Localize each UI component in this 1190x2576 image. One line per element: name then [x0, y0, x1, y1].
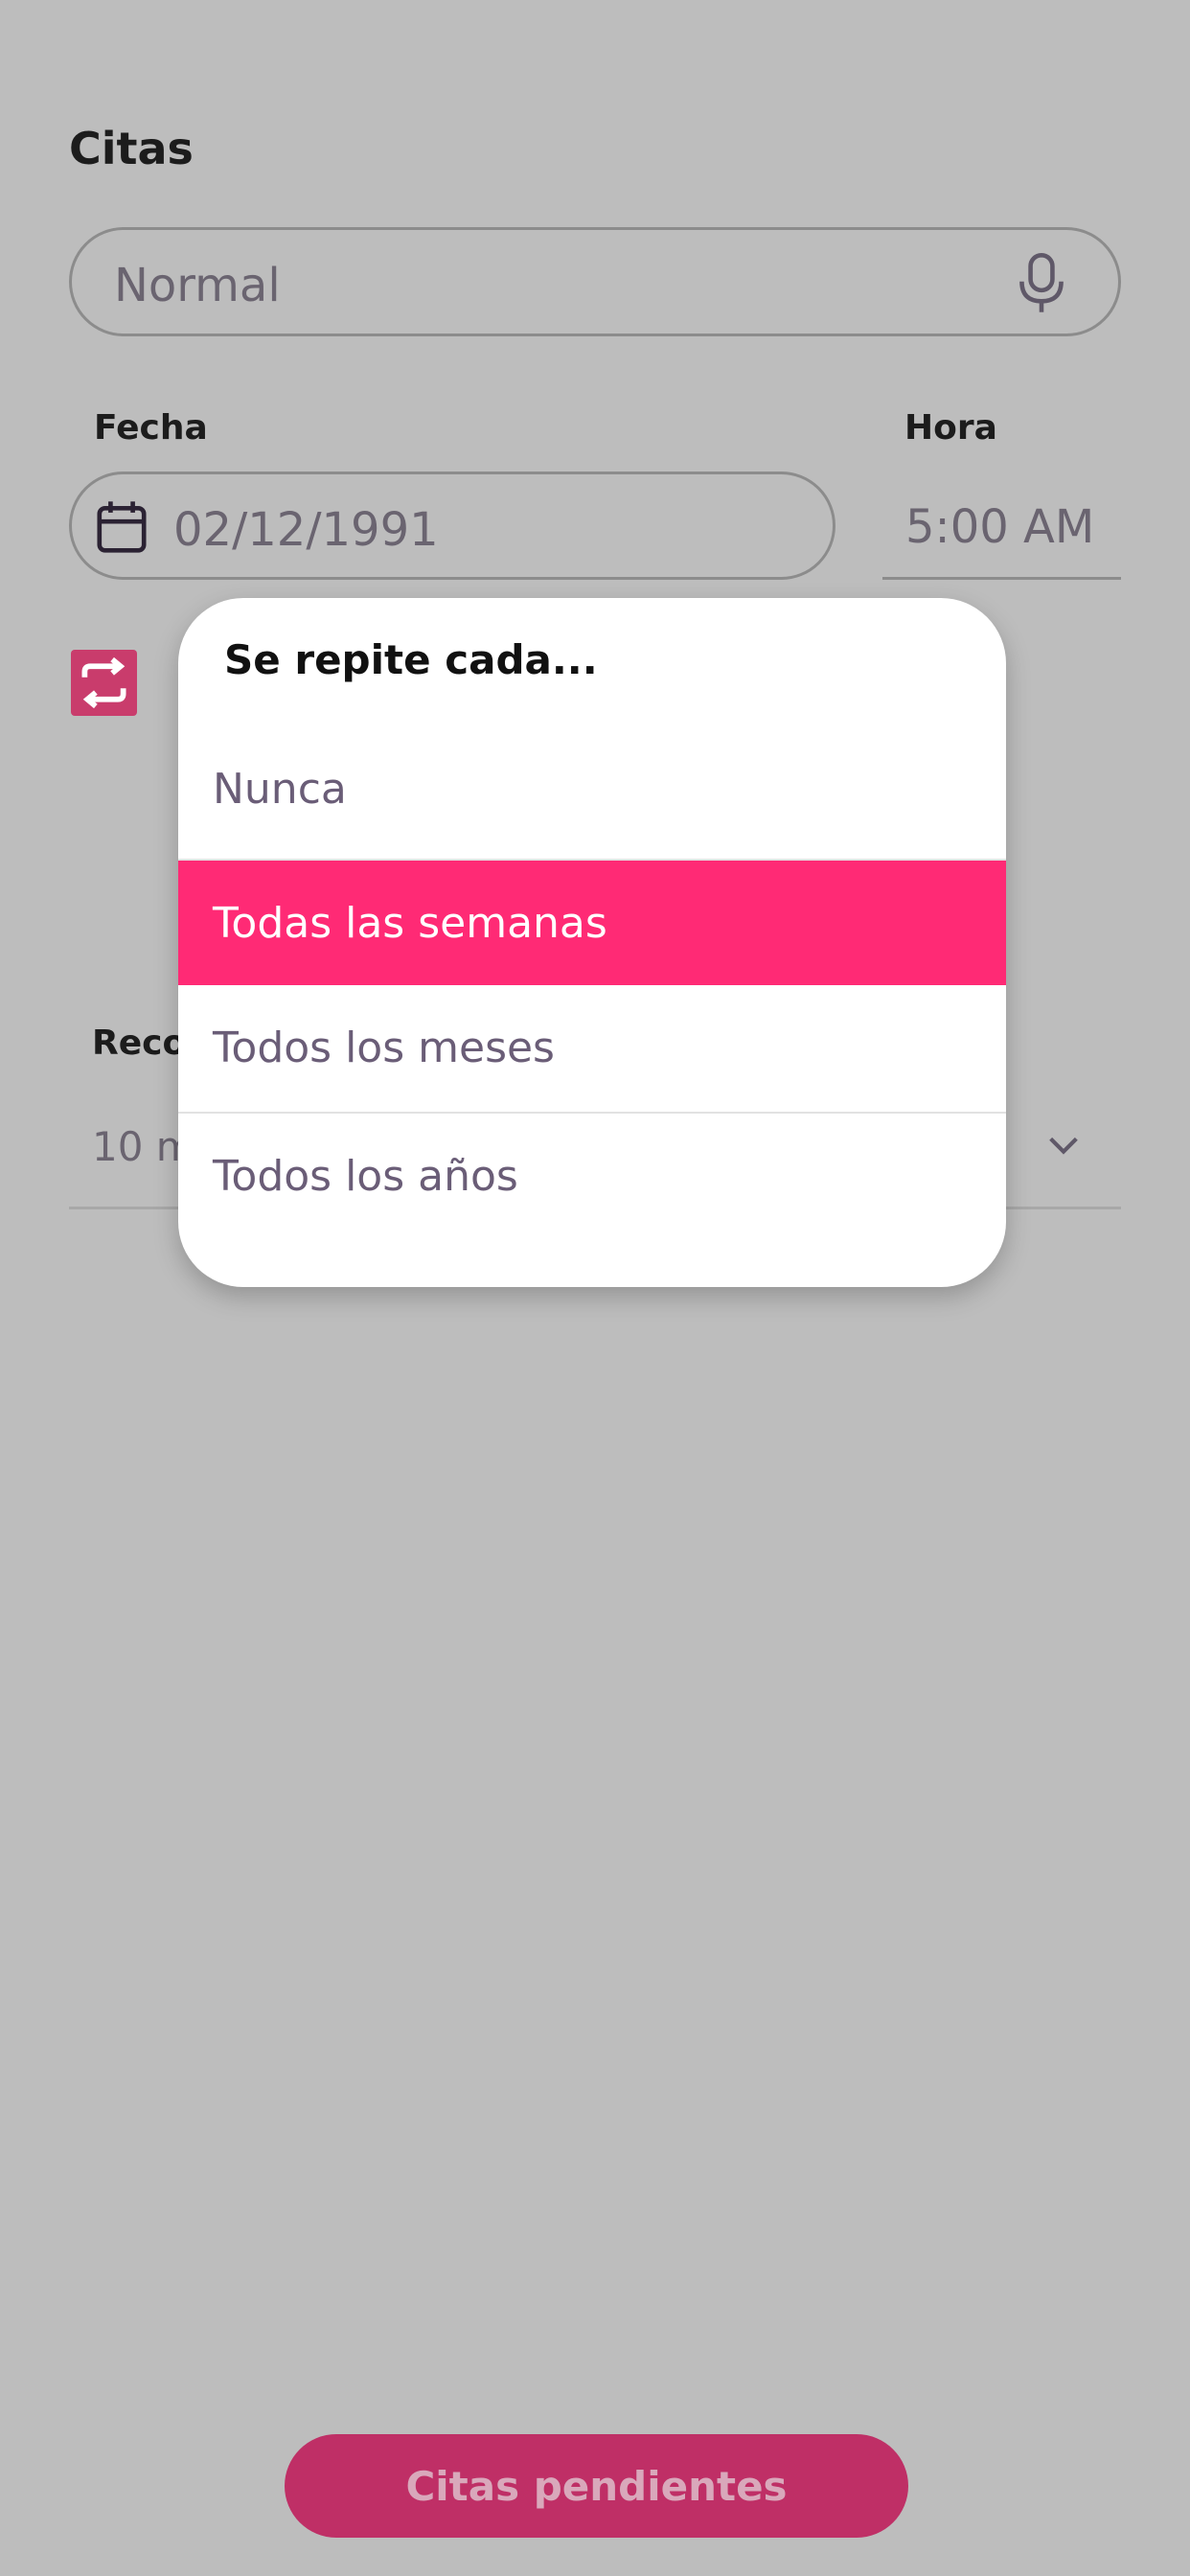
date-label: Fecha	[94, 408, 208, 448]
option-yearly[interactable]: Todos los años	[178, 1114, 1006, 1238]
time-label: Hora	[904, 408, 997, 448]
repeat-icon	[81, 656, 126, 709]
dialog-title: Se repite cada...	[224, 636, 598, 683]
date-value: 02/12/1991	[173, 503, 439, 557]
repeat-dialog: Se repite cada... Nunca Todas las semana…	[178, 598, 1006, 1287]
title-input[interactable]: Normal	[69, 227, 1121, 336]
repeat-button[interactable]	[71, 650, 137, 716]
chevron-down-icon[interactable]	[1044, 1131, 1083, 1160]
reminder-label: Reco	[92, 1024, 187, 1063]
time-value: 5:00 AM	[905, 500, 1095, 554]
date-input[interactable]: 02/12/1991	[69, 472, 835, 580]
option-weekly[interactable]: Todas las semanas	[178, 861, 1006, 985]
pending-appointments-button[interactable]: Citas pendientes	[285, 2434, 908, 2538]
option-monthly[interactable]: Todos los meses	[178, 985, 1006, 1110]
option-never[interactable]: Nunca	[178, 726, 1006, 851]
calendar-icon	[97, 501, 147, 553]
title-input-value: Normal	[114, 259, 281, 312]
page-title: Citas	[69, 123, 194, 174]
time-input[interactable]: 5:00 AM	[882, 472, 1121, 580]
mic-icon[interactable]	[1015, 253, 1068, 314]
